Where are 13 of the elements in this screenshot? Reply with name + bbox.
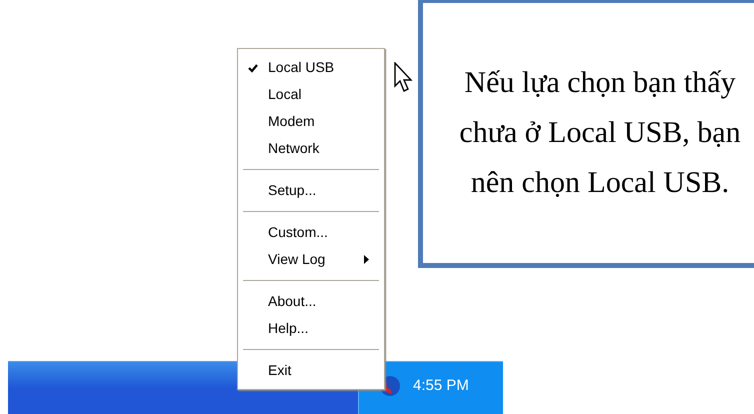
submenu-arrow-icon — [364, 255, 369, 264]
menu-item[interactable]: View Log — [241, 246, 381, 273]
menu-item[interactable]: About... — [241, 288, 381, 315]
menu-item[interactable]: Help... — [241, 315, 381, 342]
menu-item[interactable]: Exit — [241, 357, 381, 384]
callout-text: Nếu lựa chọn bạn thấy chưa ở Local USB, bạn nên chọn Local USB. — [458, 65, 742, 201]
menu-item[interactable]: Local USB — [241, 54, 381, 81]
menu-item[interactable]: Network — [241, 135, 381, 162]
menu-item[interactable]: Setup... — [241, 177, 381, 204]
check-icon — [248, 64, 258, 73]
menu-item[interactable]: Custom... — [241, 219, 381, 246]
menu-item[interactable]: Modem — [241, 108, 381, 135]
menu-item[interactable]: Local — [241, 81, 381, 108]
